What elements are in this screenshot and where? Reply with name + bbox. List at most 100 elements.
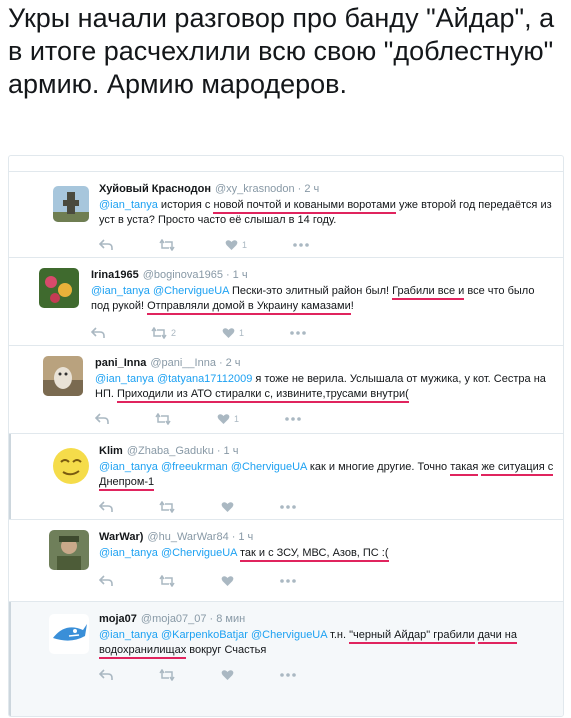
author-name[interactable]: Irina1965 [91,269,139,281]
mention-link[interactable]: @freeukrman [161,461,228,473]
like-button[interactable] [221,669,234,681]
more-button[interactable] [280,505,296,509]
author-name[interactable]: WarWar) [99,531,143,543]
tweet-time[interactable]: 1 ч [238,531,253,543]
mention-link[interactable]: @ian_tanya [95,373,154,385]
more-dots-icon [280,505,296,509]
retweet-button[interactable] [159,669,175,681]
tweet-actions: 1 [99,238,355,252]
mention-link[interactable]: @ChervigueUA [161,547,237,559]
reply-icon [99,669,113,680]
like-count: 1 [239,328,245,338]
tweet-time[interactable]: 2 ч [304,183,319,195]
mention-link[interactable]: @KarpenkoBatjar [161,629,248,641]
tweet-actions: 2 1 [91,326,352,340]
retweet-button[interactable] [159,575,175,587]
tweet-item[interactable]: pani_Inna @pani__Inna · 2 ч @ian_tanya @tat… [9,346,563,434]
mention-link[interactable]: @tatyana17112009 [157,373,252,385]
author-handle[interactable]: @moja07_07 [141,613,207,625]
like-count: 1 [242,240,248,250]
author-handle[interactable]: @xy_krasnodon [215,183,295,195]
tweet-item[interactable]: WarWar) @hu_WarWar84 · 1 ч @ian_tanya @Cher… [9,520,563,602]
tweet-time[interactable]: 1 ч [233,269,248,281]
tweet-item[interactable]: Klim @Zhaba_Gaduku · 1 ч @ian_tanya @freeuk… [9,434,563,520]
heart-icon [217,414,230,424]
like-button[interactable]: 1 [222,327,244,339]
tweet-time[interactable]: 1 ч [224,445,239,457]
underlined-phrase: "черный Айдар" грабили [349,629,475,644]
tweet-item[interactable]: Irina1965 @boginova1965 · 1 ч @ian_tanya @C… [9,258,563,346]
retweet-button[interactable]: 2 [151,327,176,339]
tweet-item[interactable]: moja07 @moja07_07 · 8 мин @ian_tanya @Karpe… [9,602,563,716]
more-button[interactable] [293,243,309,247]
like-button[interactable] [221,501,234,513]
heart-icon [221,670,234,680]
retweet-icon [159,669,175,681]
author-name[interactable]: pani_Inna [95,357,146,369]
author-handle[interactable]: @Zhaba_Gaduku [127,445,214,457]
tweet-item[interactable]: Хуйовый Краснодон @xy_krasnodon · 2 ч @ian_… [9,172,563,258]
author-handle[interactable]: @hu_WarWar84 [147,531,228,543]
like-button[interactable]: 1 [225,239,247,251]
tweet-time[interactable]: 8 мин [216,613,245,625]
heart-icon [225,240,238,250]
reply-button[interactable] [99,575,113,587]
author-name[interactable]: Klim [99,445,123,457]
retweet-icon [159,575,175,587]
like-button[interactable]: 1 [217,413,239,425]
heart-icon [221,576,234,586]
mention-link[interactable]: @ian_tanya [99,199,158,211]
retweet-button[interactable] [159,239,179,251]
mention-link[interactable]: @ian_tanya [99,461,158,473]
more-button[interactable] [285,417,301,421]
mention-link[interactable]: @ChervigueUA [251,629,327,641]
underlined-phrase: новой почтой и коваными воротами [213,199,396,214]
retweet-icon [159,239,175,251]
more-dots-icon [280,673,296,677]
author-handle[interactable]: @pani__Inna [150,357,216,369]
mention-link[interactable]: @ian_tanya [99,629,158,641]
more-dots-icon [280,579,296,583]
author-name[interactable]: Хуйовый Краснодон [99,183,211,195]
retweet-count: 2 [171,328,177,338]
reply-icon [91,327,105,338]
reply-button[interactable] [99,239,113,251]
retweet-button[interactable] [159,501,175,513]
thread-indicator [9,434,11,519]
underlined-phrase: Приходили из АТО стиралки с, извините,тр… [116,388,409,403]
mention-link[interactable]: @ChervigueUA [231,461,307,473]
post-headline: Укры начали разговор про банду "Айдар", … [8,3,555,99]
tweet-actions [99,500,342,514]
avatar[interactable] [49,530,89,570]
heart-icon [222,328,235,338]
tweet-actions [99,668,342,682]
mention-link[interactable]: @ian_tanya [99,547,158,559]
like-count: 1 [234,414,240,424]
reply-button[interactable] [99,501,113,513]
avatar[interactable] [51,446,91,486]
author-handle[interactable]: @boginova1965 [143,269,223,281]
avatar[interactable] [49,614,89,654]
avatar[interactable] [43,356,83,396]
like-button[interactable] [221,575,234,587]
more-button[interactable] [280,579,296,583]
retweet-button[interactable] [155,413,171,425]
mention-link[interactable]: @ian_tanya [91,285,150,297]
tweet-text: @ian_tanya @ChervigueUA так и с ЗСУ, МВС… [99,546,555,562]
reply-button[interactable] [99,669,113,681]
more-button[interactable] [290,331,306,335]
underlined-phrase: так и с ЗСУ, МВС, Азов, ПС :( [239,547,389,562]
reply-button[interactable] [91,327,105,339]
avatar[interactable] [53,186,89,222]
tweet-time[interactable]: 2 ч [226,357,241,369]
author-name[interactable]: moja07 [99,613,137,625]
reply-button[interactable] [95,413,109,425]
previous-tweet-actions-strip [9,156,563,172]
retweet-icon [155,413,171,425]
mention-link[interactable]: @ChervigueUA [153,285,229,297]
more-dots-icon [285,417,301,421]
retweet-icon [151,327,167,339]
more-button[interactable] [280,673,296,677]
avatar[interactable] [39,268,79,308]
reply-icon [99,575,113,586]
